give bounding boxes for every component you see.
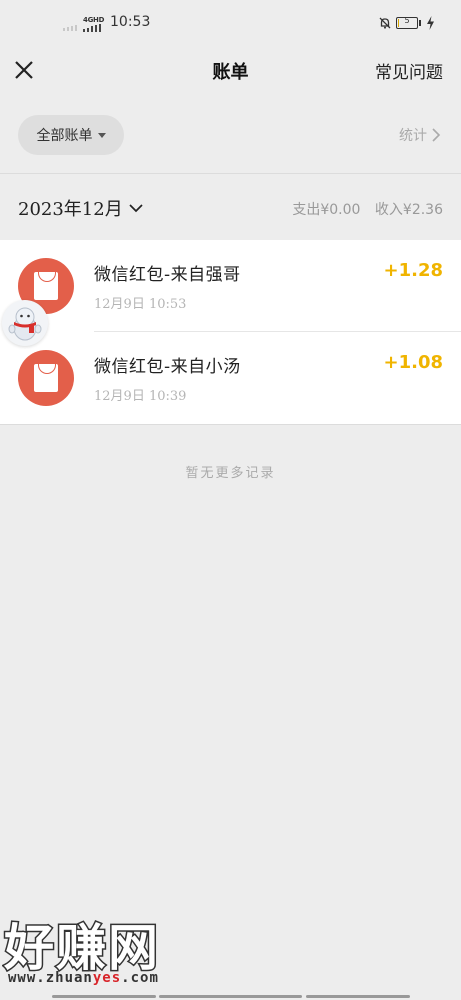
nav-hint-bar	[159, 995, 302, 998]
status-time: 10:53	[110, 14, 151, 30]
no-more-records-text: 暂无更多记录	[185, 466, 276, 481]
chevron-right-icon	[432, 128, 441, 142]
red-packet-icon	[18, 350, 74, 406]
transaction-amount: +1.08	[383, 352, 444, 373]
network-type: 4GHD	[83, 16, 105, 24]
svg-text:好赚网: 好赚网	[3, 919, 160, 972]
nav-hint-bar	[52, 995, 156, 998]
close-icon[interactable]	[10, 56, 38, 84]
battery-cap	[419, 20, 421, 26]
watermark-url: www.zhuanyes.com	[8, 970, 159, 986]
watermark-logo: 好赚网	[2, 918, 160, 972]
transaction-item[interactable]: 微信红包-来自强哥 12月9日 10:53 +1.28	[0, 240, 461, 332]
battery-icon: 5	[396, 16, 418, 29]
all-bills-label: 全部账单	[36, 128, 93, 144]
income-value: ¥2.36	[402, 202, 443, 218]
month-label: 2023年12月	[18, 199, 123, 220]
stats-link[interactable]: 统计	[399, 125, 441, 145]
transaction-list: 微信红包-来自强哥 12月9日 10:53 +1.28 微信红包-来自小汤 12…	[0, 240, 461, 424]
expense-value: ¥0.00	[320, 202, 361, 218]
chevron-down-icon	[129, 204, 143, 213]
nav-bar: 账单 常见问题	[0, 48, 461, 92]
month-totals: 支出¥0.00 收入¥2.36	[288, 199, 443, 219]
expense-label: 支出	[292, 202, 321, 218]
faq-link[interactable]: 常见问题	[375, 58, 443, 83]
battery-level: 5	[404, 16, 410, 25]
watermark: 好赚网 www.zhuanyes.com	[2, 918, 192, 988]
mascot-icon	[8, 307, 42, 341]
transaction-amount: +1.28	[383, 260, 444, 281]
all-bills-filter-button[interactable]: 全部账单	[18, 115, 124, 155]
month-row: 2023年12月 支出¥0.00 收入¥2.36	[0, 180, 461, 236]
bell-off-icon	[379, 17, 391, 29]
transaction-time: 12月9日 10:53	[94, 297, 187, 312]
signal-strong-icon	[83, 24, 101, 32]
transaction-time: 12月9日 10:39	[94, 389, 187, 404]
transaction-title: 微信红包-来自小汤	[94, 357, 241, 377]
month-selector[interactable]: 2023年12月	[18, 195, 143, 221]
filter-row: 全部账单 统计	[0, 97, 461, 174]
status-bar: 4GHD 10:53 5	[0, 0, 461, 48]
caret-down-icon	[97, 132, 106, 138]
income-label: 收入	[374, 202, 403, 218]
charging-icon	[427, 16, 434, 30]
signal-weak-icon	[63, 25, 77, 31]
transaction-item[interactable]: 微信红包-来自小汤 12月9日 10:39 +1.08	[0, 332, 461, 424]
nav-hint-bar	[306, 995, 410, 998]
transaction-title: 微信红包-来自强哥	[94, 265, 241, 285]
floating-mascot-button[interactable]	[2, 300, 48, 346]
divider	[0, 424, 461, 425]
stats-label: 统计	[399, 128, 427, 144]
